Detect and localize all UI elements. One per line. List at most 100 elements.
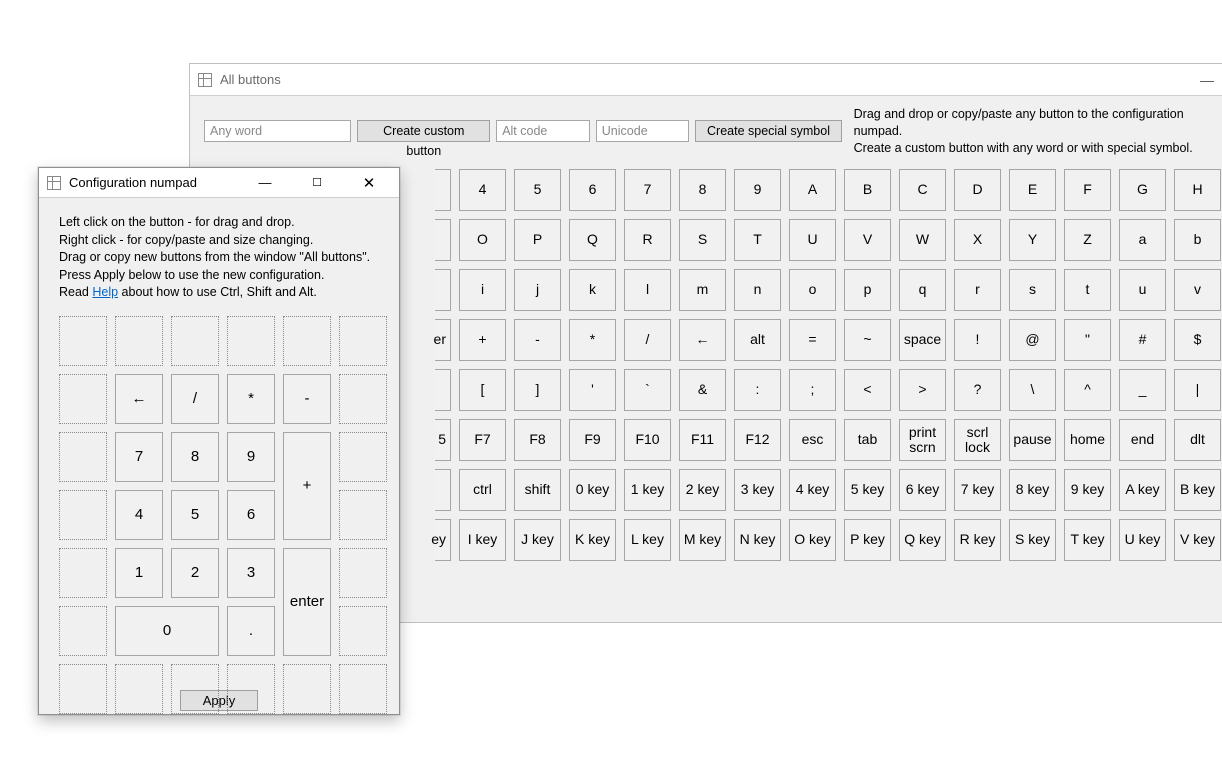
key-button[interactable]: B key [1174,469,1221,511]
key-button[interactable]: \ [1009,369,1056,411]
key-button[interactable]: F8 [514,419,561,461]
key-button[interactable]: a [1119,219,1166,261]
key-button[interactable]: m [679,269,726,311]
key-partial[interactable]: 5 [435,419,451,461]
key-button[interactable]: 7 key [954,469,1001,511]
key-0[interactable]: 0 [115,606,219,656]
key-button[interactable]: ^ [1064,369,1111,411]
key-button[interactable]: F12 [734,419,781,461]
key-button[interactable]: 5 key [844,469,891,511]
drop-slot[interactable] [115,664,163,714]
drop-slot[interactable] [283,664,331,714]
key-button[interactable]: " [1064,319,1111,361]
key-button[interactable]: scrl lock [954,419,1001,461]
key-button[interactable]: l [624,269,671,311]
close-button[interactable]: ✕ [347,174,391,192]
key-partial[interactable] [435,269,451,311]
key-button[interactable]: @ [1009,319,1056,361]
key-button[interactable]: T key [1064,519,1111,561]
key-button[interactable]: 6 key [899,469,946,511]
key-button[interactable]: R key [954,519,1001,561]
key-button[interactable]: 8 key [1009,469,1056,511]
key-button[interactable]: 4 [459,169,506,211]
drop-slot[interactable] [227,316,275,366]
alt-code-input[interactable]: Alt code [496,120,590,142]
key-button[interactable]: S key [1009,519,1056,561]
key-button[interactable]: F9 [569,419,616,461]
key-1[interactable]: 1 [115,548,163,598]
key-multiply[interactable]: * [227,374,275,424]
maximize-button[interactable]: ☐ [295,176,339,189]
key-button[interactable]: Z [1064,219,1111,261]
key-7[interactable]: 7 [115,432,163,482]
drop-slot[interactable] [339,316,387,366]
key-button[interactable]: F7 [459,419,506,461]
key-partial[interactable] [435,369,451,411]
key-button[interactable]: V [844,219,891,261]
drop-slot[interactable] [59,432,107,482]
drop-slot[interactable] [227,664,275,714]
key-button[interactable]: ] [514,369,561,411]
key-button[interactable]: ' [569,369,616,411]
key-button[interactable]: 3 key [734,469,781,511]
key-button[interactable]: 7 [624,169,671,211]
key-button[interactable]: 8 [679,169,726,211]
key-button[interactable]: tab [844,419,891,461]
key-button[interactable]: = [789,319,836,361]
key-divide[interactable]: / [171,374,219,424]
drop-slot[interactable] [339,490,387,540]
key-button[interactable]: ! [954,319,1001,361]
create-special-button[interactable]: Create special symbol [695,120,841,142]
key-button[interactable]: : [734,369,781,411]
key-button[interactable]: G [1119,169,1166,211]
drop-slot[interactable] [339,606,387,656]
key-backspace[interactable]: ← [115,374,163,424]
key-button[interactable]: F [1064,169,1111,211]
key-button[interactable]: ` [624,369,671,411]
key-5[interactable]: 5 [171,490,219,540]
drop-slot[interactable] [59,664,107,714]
key-plus[interactable]: + [283,432,331,540]
key-button[interactable]: A [789,169,836,211]
key-button[interactable]: O [459,219,506,261]
drop-slot[interactable] [339,548,387,598]
drop-slot[interactable] [171,316,219,366]
drop-slot[interactable] [115,316,163,366]
key-button[interactable]: p [844,269,891,311]
key-button[interactable]: ctrl [459,469,506,511]
key-button[interactable]: F10 [624,419,671,461]
drop-slot[interactable] [59,490,107,540]
minimize-icon[interactable]: — [1200,73,1214,87]
key-partial[interactable]: ey [435,519,451,561]
key-dot[interactable]: . [227,606,275,656]
key-button[interactable]: 5 [514,169,561,211]
key-button[interactable]: ? [954,369,1001,411]
key-button[interactable]: alt [734,319,781,361]
drop-slot[interactable] [59,606,107,656]
key-button[interactable]: I key [459,519,506,561]
key-button[interactable]: n [734,269,781,311]
key-button[interactable]: D [954,169,1001,211]
key-partial[interactable] [435,169,451,211]
key-button[interactable]: s [1009,269,1056,311]
drop-slot[interactable] [339,664,387,714]
drop-slot[interactable] [339,374,387,424]
key-button[interactable]: H [1174,169,1221,211]
drop-slot[interactable] [59,374,107,424]
key-button[interactable]: * [569,319,616,361]
key-button[interactable]: 4 key [789,469,836,511]
key-button[interactable]: W [899,219,946,261]
key-button[interactable]: ; [789,369,836,411]
key-button[interactable]: 2 key [679,469,726,511]
key-button[interactable]: P [514,219,561,261]
key-button[interactable]: A key [1119,469,1166,511]
key-9[interactable]: 9 [227,432,275,482]
key-button[interactable]: [ [459,369,506,411]
drop-slot[interactable] [339,432,387,482]
key-button[interactable]: R [624,219,671,261]
key-button[interactable]: > [899,369,946,411]
create-custom-button[interactable]: Create custom button [357,120,490,142]
key-subtract[interactable]: - [283,374,331,424]
key-button[interactable]: P key [844,519,891,561]
key-button[interactable]: # [1119,319,1166,361]
